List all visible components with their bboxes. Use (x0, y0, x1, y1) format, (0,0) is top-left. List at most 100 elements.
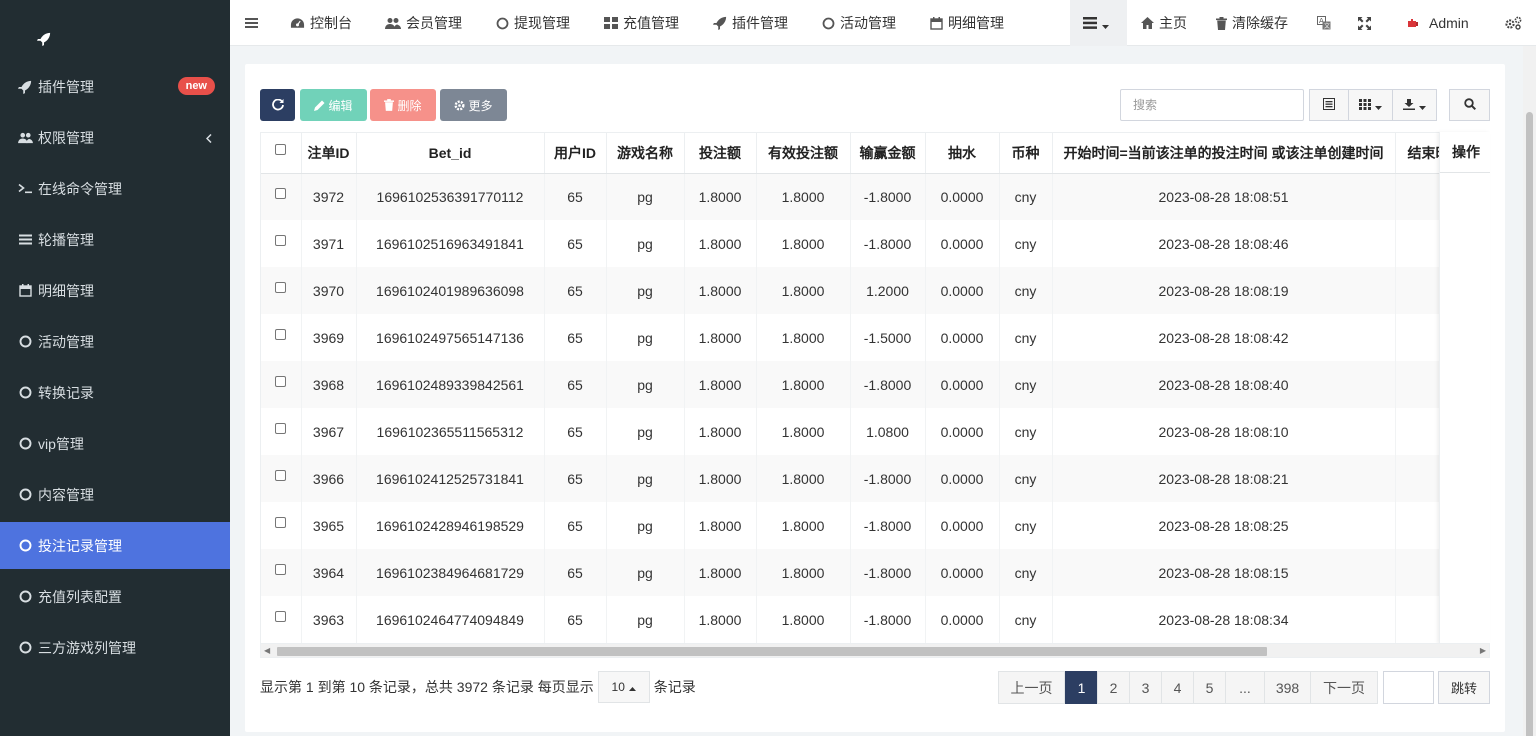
sidebar-item[interactable]: 明细管理 (0, 267, 230, 314)
select-all-checkbox[interactable] (275, 143, 287, 155)
table-row[interactable]: 3972 1696102536391770112 65 pg 1.8000 1.8000-… (261, 173, 1489, 220)
scroll-right-icon[interactable]: ▶ (1480, 646, 1486, 655)
table-row[interactable]: 3971 1696102516963491841 65 pg 1.8000 1.8000-… (261, 220, 1489, 267)
page-button[interactable]: 1 (1065, 671, 1098, 704)
sidebar-item[interactable]: 内容管理 (0, 471, 230, 518)
user-menu[interactable]: Admin (1406, 0, 1469, 46)
table-cell: cny (999, 220, 1053, 267)
page-scrollbar[interactable] (1523, 46, 1536, 736)
sidebar-item[interactable]: 在线命令管理 (0, 165, 230, 212)
table-row[interactable]: 3964 1696102384964681729 65 pg 1.8000 1.8000-… (261, 549, 1489, 596)
column-header[interactable]: 输赢金额 (850, 133, 926, 174)
topnav-withdraw[interactable]: 提现管理 (496, 0, 570, 46)
row-checkbox[interactable] (275, 610, 287, 622)
language-button[interactable]: A文 (1317, 0, 1336, 46)
sidebar-item[interactable]: 插件管理 new (0, 63, 230, 110)
row-checkbox[interactable] (275, 422, 287, 434)
topnav-label: 明细管理 (948, 15, 1004, 31)
jump-button[interactable]: 跳转 (1438, 671, 1490, 704)
jump-page-input[interactable] (1383, 671, 1434, 704)
table-row[interactable]: 3966 1696102412525731841 65 pg 1.8000 1.8000-… (261, 455, 1489, 502)
pagination-info-text: 显示第 1 到第 10 条记录，总共 3972 条记录 每页显示 (260, 679, 594, 695)
search-input[interactable] (1120, 89, 1304, 121)
table-row[interactable]: 3967 1696102365511565312 65 pg 1.8000 1.8000 1… (261, 408, 1489, 455)
delete-button[interactable]: 删除 (370, 89, 436, 121)
row-checkbox[interactable] (275, 469, 287, 481)
page-button[interactable]: 398 (1264, 671, 1311, 704)
table-row[interactable]: 3965 1696102428946198529 65 pg 1.8000 1.8000-… (261, 502, 1489, 549)
column-header[interactable]: 开始时间=当前该注单的投注时间 或该注单创建时间 (1052, 133, 1396, 174)
more-button[interactable]: 更多 (440, 89, 507, 121)
advanced-search-button[interactable] (1449, 89, 1490, 121)
page-button[interactable]: 5 (1193, 671, 1226, 704)
table-cell: 1.8000 (684, 455, 757, 502)
row-checkbox[interactable] (275, 234, 287, 246)
row-checkbox[interactable] (275, 375, 287, 387)
column-header[interactable]: 币种 (999, 133, 1053, 174)
topnav-plugins[interactable]: 插件管理 (713, 0, 788, 46)
row-select-cell (261, 267, 302, 314)
column-header: 操作 (1440, 132, 1490, 173)
table-row[interactable]: 3968 1696102489339842561 65 pg 1.8000 1.8000-… (261, 361, 1489, 408)
sidebar-item[interactable]: 权限管理 (0, 114, 230, 161)
columns-button[interactable] (1348, 89, 1393, 121)
column-header[interactable]: 用户ID (544, 133, 607, 174)
page-button[interactable]: 3 (1129, 671, 1162, 704)
fullscreen-button[interactable] (1358, 0, 1376, 46)
export-button[interactable] (1392, 89, 1437, 121)
row-select-cell (261, 502, 302, 549)
menu-dropdown-button[interactable] (1070, 0, 1127, 46)
toggle-view-button[interactable] (1309, 89, 1349, 121)
table-cell: cny (999, 361, 1053, 408)
table-cell: 1696102428946198529 (356, 502, 545, 549)
table-horizontal-scrollbar[interactable]: ◀ ▶ (260, 643, 1490, 658)
column-header[interactable]: Bet_id (356, 133, 545, 174)
sidebar-item[interactable]: 活动管理 (0, 318, 230, 365)
page-button[interactable]: 4 (1161, 671, 1194, 704)
topnav-home[interactable]: 主页 (1141, 0, 1187, 46)
table-row[interactable]: 3963 1696102464774094849 65 pg 1.8000 1.8000-… (261, 596, 1489, 643)
sidebar-item[interactable]: 投注记录管理 (0, 522, 230, 569)
topnav-members[interactable]: 会员管理 (385, 0, 462, 46)
table-cell: 1.8000 (756, 502, 851, 549)
column-header[interactable]: 抽水 (925, 133, 1000, 174)
page-scrollbar-thumb[interactable] (1526, 112, 1533, 736)
table-cell: 2023-08-28 18:08:51 (1052, 173, 1396, 220)
sidebar-toggle-button[interactable] (245, 0, 263, 46)
sidebar-item[interactable]: 三方游戏列管理 (0, 624, 230, 671)
column-header[interactable]: 注单ID (301, 133, 357, 174)
sidebar-item[interactable]: 充值列表配置 (0, 573, 230, 620)
page-size-select[interactable]: 10 (597, 671, 650, 703)
topnav-activity[interactable]: 活动管理 (822, 0, 896, 46)
row-checkbox[interactable] (275, 328, 287, 340)
topnav-dashboard[interactable]: 控制台 (290, 0, 352, 46)
row-checkbox[interactable] (275, 516, 287, 528)
column-header[interactable]: 游戏名称 (606, 133, 685, 174)
topnav-recharge[interactable]: 充值管理 (604, 0, 679, 46)
table-cell: 3967 (301, 408, 357, 455)
topnav-clear-cache[interactable]: 清除缓存 (1216, 0, 1288, 46)
page-button[interactable]: 2 (1097, 671, 1130, 704)
next-page-button[interactable]: 下一页 (1310, 671, 1378, 704)
prev-page-button[interactable]: 上一页 (998, 671, 1065, 704)
edit-button[interactable]: 编辑 (300, 89, 367, 121)
sidebar-item[interactable]: 转换记录 (0, 369, 230, 416)
topnav-details[interactable]: 明细管理 (930, 0, 1004, 46)
row-checkbox[interactable] (275, 281, 287, 293)
row-checkbox[interactable] (275, 187, 287, 199)
page-size-value: 10 (611, 680, 625, 694)
refresh-button[interactable] (260, 89, 295, 121)
table-row[interactable]: 3970 1696102401989636098 65 pg 1.8000 1.8000 1… (261, 267, 1489, 314)
scroll-left-icon[interactable]: ◀ (264, 646, 270, 655)
settings-button[interactable] (1505, 0, 1527, 46)
table-row[interactable]: 3969 1696102497565147136 65 pg 1.8000 1.8000-… (261, 314, 1489, 361)
table-scrollbar-thumb[interactable] (277, 647, 1267, 656)
chevron-left-icon (205, 130, 212, 146)
table-cell: pg (606, 220, 685, 267)
sidebar-item[interactable]: 轮播管理 (0, 216, 230, 263)
column-header[interactable]: 投注额 (684, 133, 757, 174)
table-cell: -1.8000 (850, 502, 926, 549)
column-header[interactable]: 有效投注额 (756, 133, 851, 174)
sidebar-item[interactable]: vip管理 (0, 420, 230, 467)
row-checkbox[interactable] (275, 563, 287, 575)
